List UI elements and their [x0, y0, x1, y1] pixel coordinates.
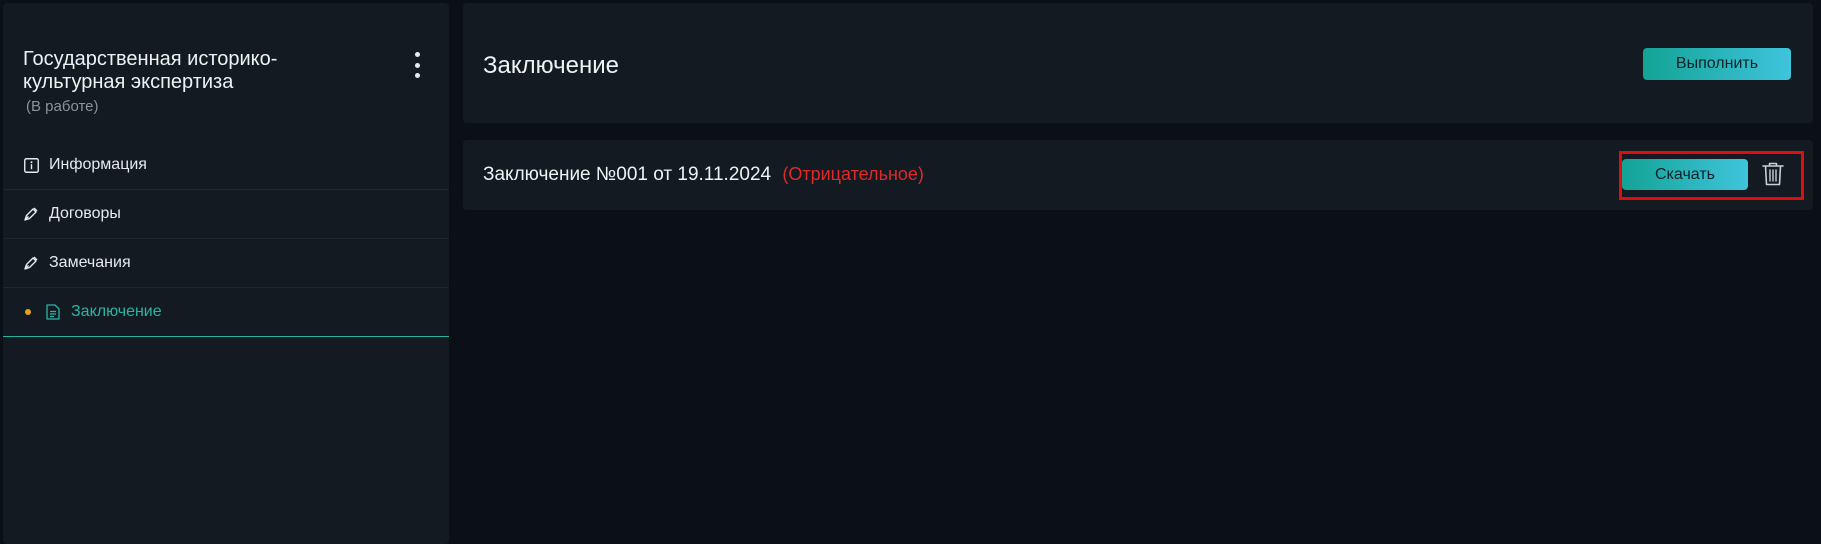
project-title: Государственная историко-культурная эксп… [23, 48, 278, 93]
sidebar: Государственная историко-культурная эксп… [3, 3, 449, 544]
page-header: Заключение Выполнить [463, 3, 1813, 123]
trash-icon[interactable] [1761, 161, 1785, 187]
pen-icon [23, 255, 39, 271]
sidebar-item-label: Информация [49, 156, 147, 173]
conclusion-status: (Отрицательное) [782, 164, 924, 184]
project-status: (В работе) [26, 98, 99, 115]
sidebar-item-conclusion[interactable]: Заключение [3, 288, 449, 337]
pen-icon [23, 206, 39, 222]
kebab-dot [414, 52, 420, 57]
active-indicator-dot [25, 309, 31, 315]
kebab-dot [414, 62, 420, 68]
app: Государственная историко-культурная эксп… [0, 0, 1821, 544]
sidebar-header: Государственная историко-культурная эксп… [3, 3, 449, 141]
conclusion-title: Заключение №001 от 19.11.2024 [483, 164, 772, 185]
sidebar-menu: Информация Договоры Замечания Заключение [3, 141, 449, 337]
sidebar-item-info[interactable]: Информация [3, 141, 449, 190]
sidebar-item-label: Заключение [71, 303, 162, 320]
conclusion-info: Заключение №001 от 19.11.2024 (Отрицател… [483, 164, 924, 186]
more-options-icon[interactable] [405, 52, 429, 78]
conclusion-row: Заключение №001 от 19.11.2024 (Отрицател… [463, 140, 1813, 210]
sidebar-item-remarks[interactable]: Замечания [3, 239, 449, 288]
execute-button[interactable]: Выполнить [1643, 48, 1791, 80]
document-icon [45, 304, 61, 320]
download-button[interactable]: Скачать [1622, 159, 1748, 190]
info-icon [23, 157, 39, 173]
kebab-dot [414, 73, 420, 78]
page-title: Заключение [483, 52, 619, 79]
sidebar-item-contracts[interactable]: Договоры [3, 190, 449, 239]
sidebar-item-label: Договоры [49, 205, 121, 222]
sidebar-item-label: Замечания [49, 254, 131, 271]
